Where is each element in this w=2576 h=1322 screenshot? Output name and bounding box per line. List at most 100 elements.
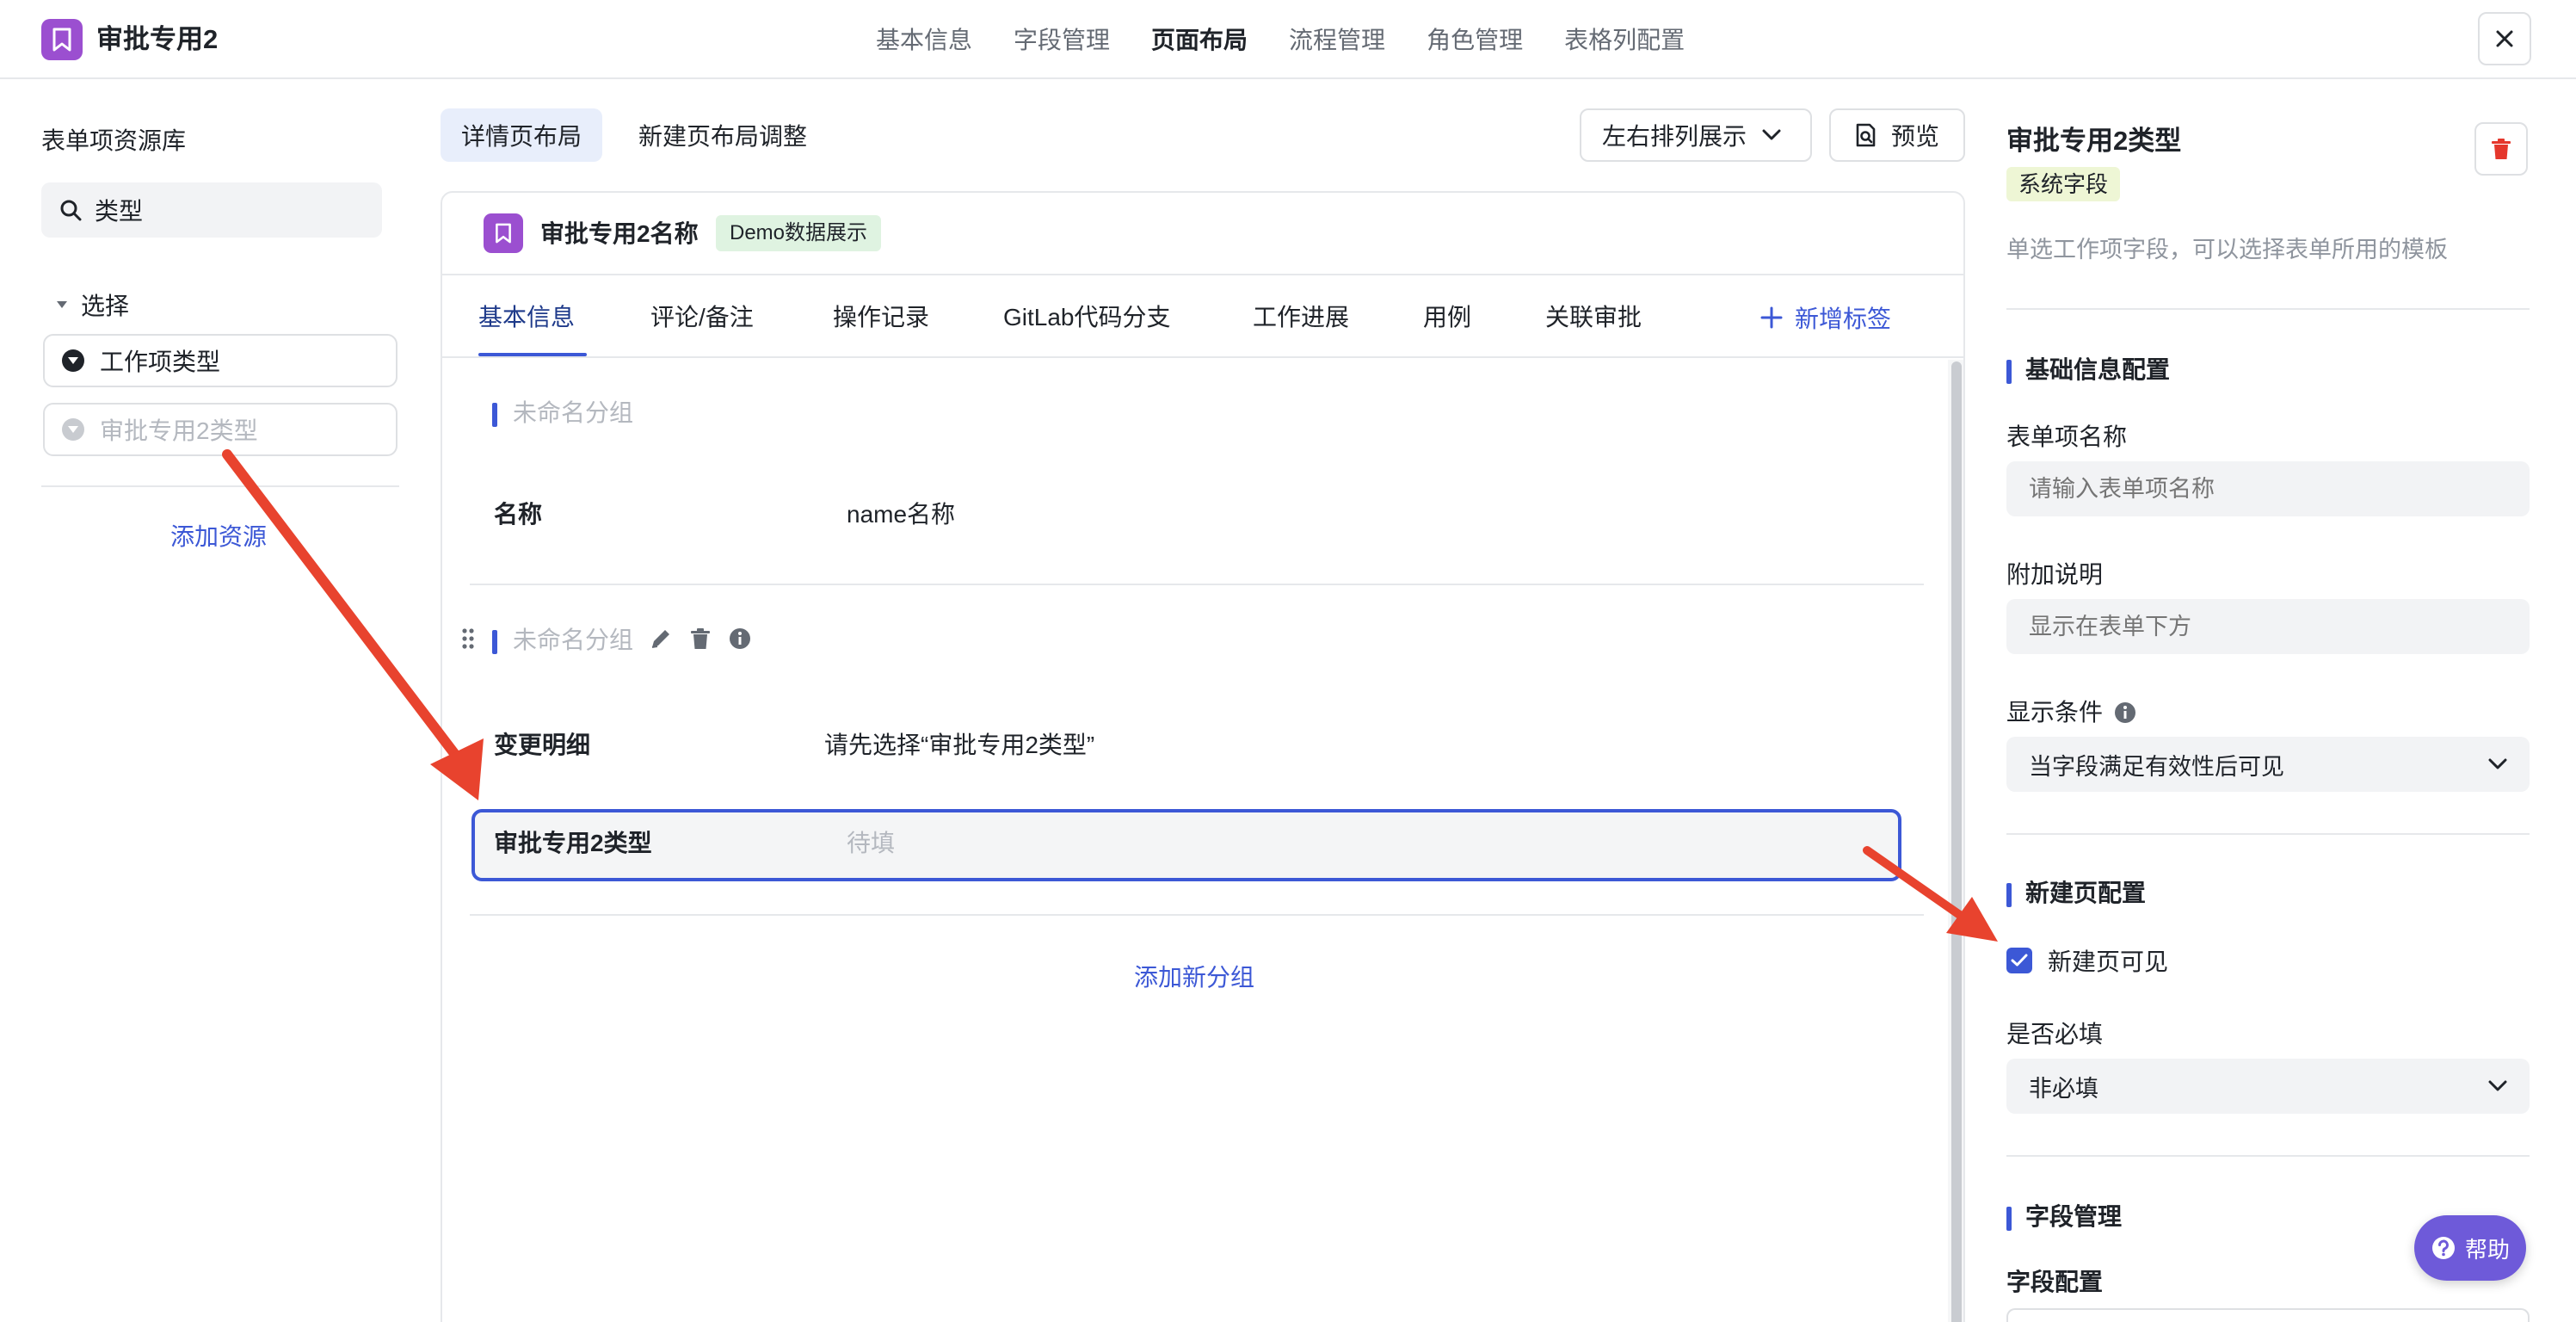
- field-label: 审批专用2类型: [494, 830, 652, 856]
- divider: [470, 914, 1924, 916]
- field-name-input[interactable]: [2006, 461, 2530, 516]
- search-icon: [60, 200, 82, 221]
- tab-gitlab-branch[interactable]: GitLab代码分支: [1003, 277, 1171, 358]
- display-condition-select[interactable]: 当字段满足有效性后可见: [2006, 737, 2530, 792]
- section-marker: [2006, 1207, 2012, 1231]
- caret-down-icon: [57, 301, 67, 308]
- field-config-select[interactable]: [2006, 1308, 2530, 1322]
- section-marker: [2006, 360, 2012, 384]
- nav-table-column-config[interactable]: 表格列配置: [1564, 22, 1685, 56]
- basic-config-section-title: 基础信息配置: [2025, 356, 2171, 383]
- active-tab-indicator: [478, 353, 587, 356]
- divider: [41, 485, 399, 487]
- field-management-section-title: 字段管理: [2025, 1203, 2123, 1230]
- drag-handle-icon[interactable]: [461, 627, 475, 655]
- section-marker: [2006, 883, 2012, 907]
- preview-icon: [1856, 123, 1876, 147]
- question-icon: [2431, 1237, 2455, 1259]
- add-tab-button[interactable]: 新增标签: [1760, 277, 1891, 358]
- resource-group-label: 选择: [81, 293, 130, 319]
- required-value: 非必填: [2029, 1075, 2098, 1102]
- tab-test-cases[interactable]: 用例: [1423, 277, 1471, 358]
- info-icon[interactable]: [728, 627, 752, 651]
- add-tab-label: 新增标签: [1795, 306, 1892, 332]
- divider: [2006, 1155, 2530, 1157]
- tab-work-progress[interactable]: 工作进展: [1253, 277, 1349, 358]
- resource-search-input[interactable]: 类型: [41, 182, 382, 238]
- create-visible-checkbox-row[interactable]: 新建页可见: [2006, 943, 2168, 978]
- search-value: 类型: [95, 198, 144, 225]
- field-config-label: 字段配置: [2006, 1269, 2104, 1295]
- resource-item-label: 工作项类型: [100, 349, 221, 375]
- help-label: 帮助: [2464, 1236, 2510, 1263]
- field-title: 审批专用2类型: [2006, 126, 2182, 156]
- arrange-mode-value: 左右排列展示: [1602, 123, 1747, 150]
- nav-page-layout[interactable]: 页面布局: [1151, 22, 1248, 56]
- field-label: 变更明细: [494, 732, 591, 758]
- chevron-down-icon: [2488, 1080, 2507, 1091]
- plus-icon: [1760, 306, 1783, 329]
- select-field-icon: [62, 418, 84, 441]
- divider: [2006, 833, 2530, 835]
- name-label: 表单项名称: [2006, 423, 2128, 450]
- detail-tabs: 基本信息 评论/备注 操作记录 GitLab代码分支 工作进展 用例 关联审批 …: [442, 277, 1963, 358]
- selected-field-row[interactable]: [471, 809, 1901, 881]
- help-button[interactable]: 帮助: [2414, 1215, 2526, 1281]
- resource-item-label: 审批专用2类型: [100, 417, 258, 444]
- condition-label-row: 显示条件: [2006, 695, 2137, 730]
- arrange-mode-select[interactable]: 左右排列展示: [1580, 108, 1812, 162]
- layout-canvas-card: 审批专用2名称 Demo数据展示 基本信息 评论/备注 操作记录 GitLab代…: [441, 191, 1965, 1322]
- delete-field-button[interactable]: [2474, 122, 2528, 176]
- bookmark-icon: [484, 213, 523, 253]
- nav-role-management[interactable]: 角色管理: [1427, 22, 1523, 56]
- tab-basic-info[interactable]: 基本信息: [478, 277, 575, 358]
- add-group-link[interactable]: 添加新分组: [1134, 959, 1254, 993]
- resource-item-approval-type: 审批专用2类型: [43, 403, 397, 456]
- nav-process-management[interactable]: 流程管理: [1289, 22, 1385, 56]
- trash-icon: [2492, 139, 2511, 159]
- field-label: 名称: [494, 501, 543, 528]
- required-label: 是否必填: [2006, 1021, 2104, 1047]
- resource-library-title: 表单项资源库: [41, 127, 187, 154]
- tab-create-layout[interactable]: 新建页布局调整: [618, 108, 828, 162]
- app-logo-icon: [41, 19, 83, 60]
- select-field-icon: [62, 349, 84, 372]
- chevron-down-icon: [1762, 129, 1781, 140]
- divider: [470, 584, 1924, 585]
- field-value: name名称: [847, 501, 956, 528]
- info-icon[interactable]: [2113, 701, 2137, 725]
- nav-field-management[interactable]: 字段管理: [1014, 22, 1110, 56]
- nav-basic-info[interactable]: 基本信息: [876, 22, 972, 56]
- create-config-section-title: 新建页配置: [2025, 880, 2147, 906]
- group-marker: [492, 403, 497, 427]
- field-value: 待填: [847, 830, 896, 856]
- system-field-badge: 系统字段: [2006, 167, 2121, 201]
- tab-comments[interactable]: 评论/备注: [650, 277, 754, 358]
- resource-group-select[interactable]: 选择: [55, 287, 129, 322]
- group-name[interactable]: 未命名分组: [513, 396, 633, 430]
- scrollbar-thumb[interactable]: [1951, 361, 1962, 1322]
- group-name[interactable]: 未命名分组: [513, 623, 633, 658]
- note-label: 附加说明: [2006, 561, 2104, 588]
- field-note-input[interactable]: [2006, 599, 2530, 654]
- top-nav: 基本信息 字段管理 页面布局 流程管理 角色管理 表格列配置: [876, 0, 1685, 77]
- required-select[interactable]: 非必填: [2006, 1059, 2530, 1114]
- create-visible-label: 新建页可见: [2048, 948, 2169, 975]
- close-icon: [2496, 30, 2513, 47]
- card-header: 审批专用2名称 Demo数据展示: [442, 193, 1963, 275]
- field-value: 请先选择“审批专用2类型”: [824, 732, 1095, 758]
- tab-related-approvals[interactable]: 关联审批: [1545, 277, 1642, 358]
- tab-operation-log[interactable]: 操作记录: [833, 277, 929, 358]
- edit-icon[interactable]: [649, 627, 673, 651]
- chevron-down-icon: [2488, 758, 2507, 769]
- add-resource-link[interactable]: 添加资源: [170, 518, 267, 553]
- close-button[interactable]: [2478, 12, 2531, 65]
- divider: [2006, 308, 2530, 310]
- trash-icon[interactable]: [688, 627, 712, 651]
- group-toolbar: [649, 627, 752, 651]
- tab-detail-layout[interactable]: 详情页布局: [441, 108, 603, 162]
- condition-label: 显示条件: [2006, 699, 2104, 726]
- checkbox-checked-icon[interactable]: [2006, 948, 2032, 973]
- preview-button[interactable]: 预览: [1829, 108, 1965, 162]
- resource-item-work-item-type[interactable]: 工作项类型: [43, 334, 397, 387]
